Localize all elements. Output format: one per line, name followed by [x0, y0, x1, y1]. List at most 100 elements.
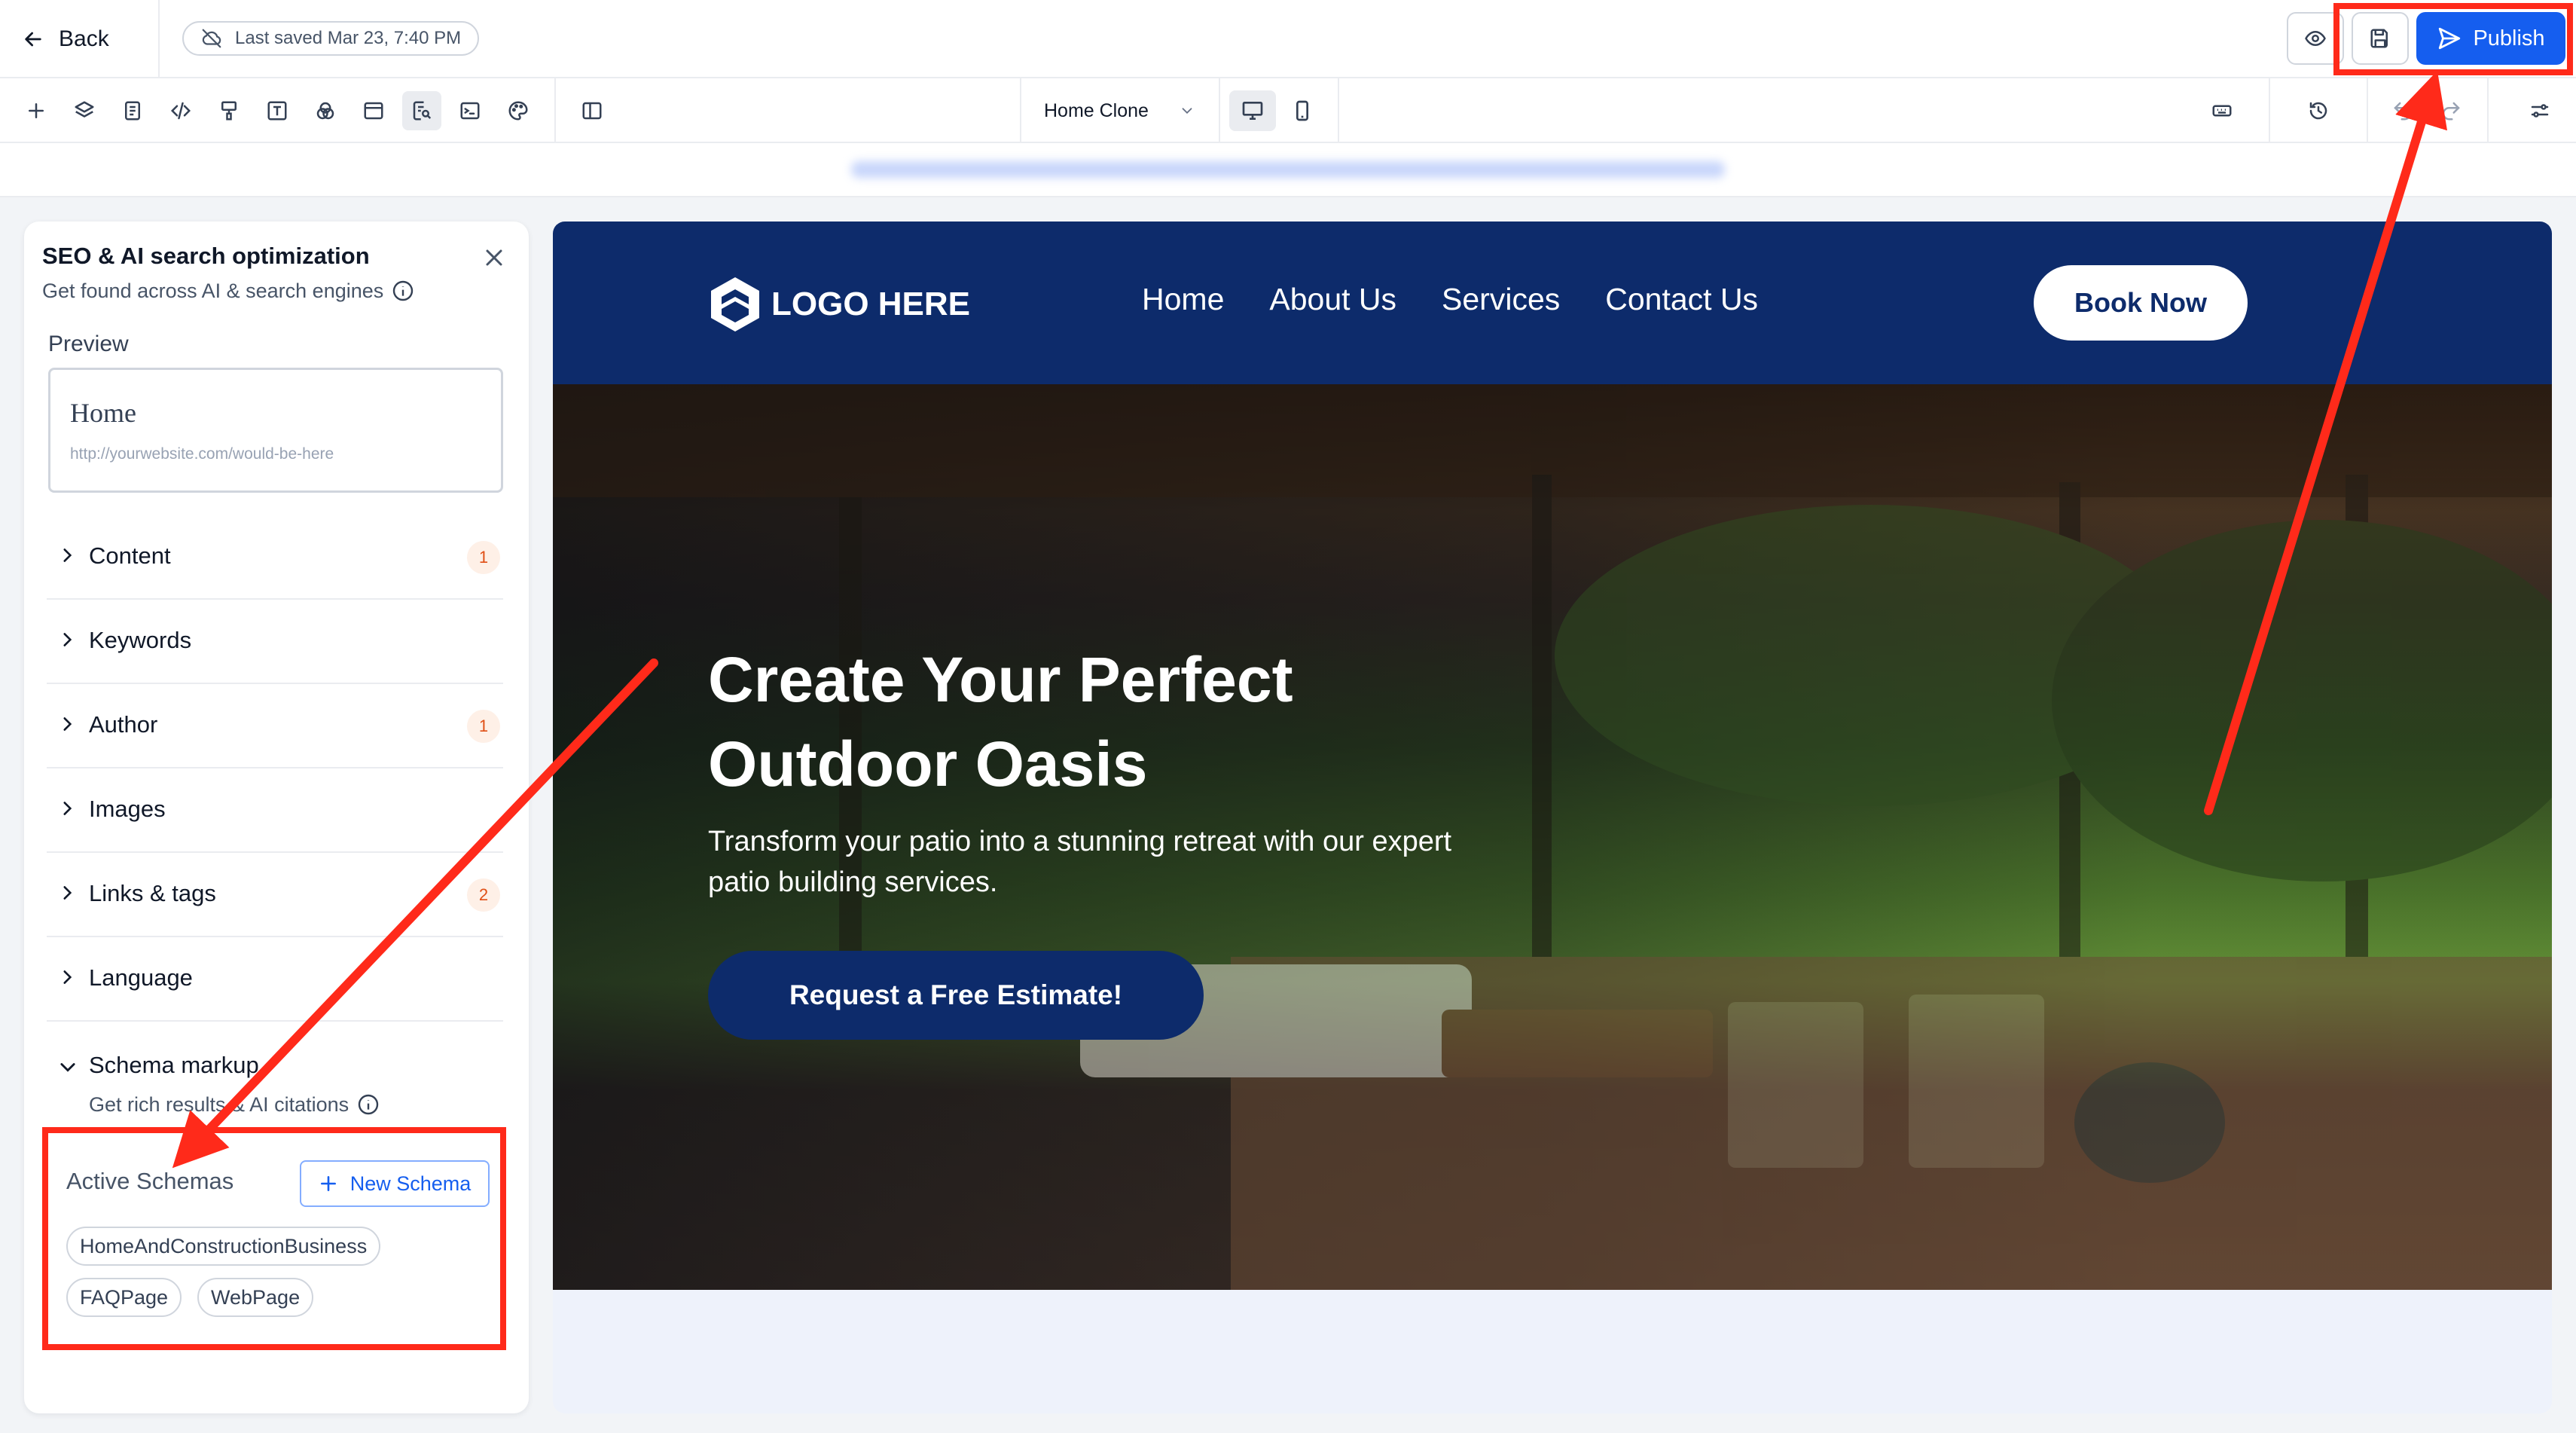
typography-button[interactable] [258, 91, 297, 130]
chevron-right-icon [63, 970, 72, 984]
seo-settings-button[interactable] [402, 91, 441, 130]
layout-icon [364, 102, 383, 120]
info-icon[interactable] [356, 1092, 380, 1117]
pages-button[interactable] [113, 91, 152, 130]
divider [1338, 78, 1339, 143]
palette-icon [508, 101, 528, 121]
chevron-right-icon [63, 886, 72, 900]
scripts-button[interactable] [450, 91, 490, 130]
history-icon [2309, 102, 2327, 120]
brush-icon [221, 101, 237, 121]
schema-chip[interactable]: HomeAndConstructionBusiness [66, 1227, 381, 1266]
schema-subtitle-text: Get rich results & AI citations [89, 1092, 349, 1116]
schema-chip[interactable]: FAQPage [66, 1278, 182, 1317]
undo-button[interactable] [2383, 91, 2422, 130]
panel-title: SEO & AI search optimization [42, 243, 370, 269]
preview-title: Home [70, 398, 136, 428]
hexagon-logo-icon [711, 277, 759, 332]
mobile-icon [1296, 100, 1308, 121]
divider [2487, 78, 2489, 143]
url-bar [0, 143, 2576, 197]
desktop-view-button[interactable] [1229, 90, 1276, 131]
desktop-icon [1242, 102, 1263, 120]
section-label: Content [89, 542, 171, 569]
section-links-tags[interactable]: Links & tags 2 [47, 853, 503, 937]
section-label: Language [89, 964, 193, 991]
editor-toolbar: Home Clone [0, 78, 2576, 143]
nav-link-about[interactable]: About Us [1269, 282, 1396, 317]
nav-link-contact[interactable]: Contact Us [1605, 282, 1758, 317]
site-logo[interactable]: LOGO HERE [705, 274, 970, 335]
section-label: Schema markup [89, 1052, 259, 1078]
section-keywords[interactable]: Keywords [47, 600, 503, 684]
new-schema-button[interactable]: New Schema [300, 1160, 490, 1207]
text-icon [267, 101, 287, 121]
divider [2269, 78, 2270, 143]
close-icon[interactable] [481, 244, 508, 271]
split-view-button[interactable] [572, 91, 612, 130]
arrow-left-icon [25, 32, 41, 47]
chevron-down-icon [1182, 108, 1192, 115]
section-content[interactable]: Content 1 [47, 515, 503, 600]
page-selector[interactable]: Home Clone [1020, 78, 1219, 143]
count-badge: 2 [467, 878, 500, 912]
cloud-off-icon [202, 29, 221, 48]
divider [2367, 78, 2368, 143]
site-header: LOGO HERE Home About Us Services Contact… [553, 222, 2552, 384]
section-label: Keywords [89, 627, 192, 653]
search-preview: Home http://yourwebsite.com/would-be-her… [48, 368, 503, 493]
redo-button[interactable] [2431, 91, 2471, 130]
divider [554, 78, 556, 143]
add-element-button[interactable] [17, 91, 56, 130]
preview-url: http://yourwebsite.com/would-be-here [70, 445, 334, 463]
schema-subtitle: Get rich results & AI citations [89, 1092, 380, 1117]
last-saved-status: Last saved Mar 23, 7:40 PM [182, 21, 480, 56]
plus-icon [320, 1176, 336, 1191]
nav-link-services[interactable]: Services [1442, 282, 1560, 317]
chevron-right-icon [63, 717, 72, 731]
blurred-url [851, 161, 1725, 178]
layout-button[interactable] [354, 91, 393, 130]
new-schema-label: New Schema [349, 1172, 472, 1195]
keyboard-shortcuts-button[interactable] [2202, 91, 2242, 130]
section-author[interactable]: Author 1 [47, 684, 503, 768]
page-icon [125, 101, 140, 121]
nav-link-home[interactable]: Home [1142, 282, 1224, 317]
custom-code-button[interactable] [161, 91, 200, 130]
undo-icon [2394, 102, 2412, 121]
hero-section: Create Your Perfect Outdoor Oasis Transf… [553, 384, 2552, 1290]
section-images[interactable]: Images [47, 768, 503, 853]
styles-button[interactable] [209, 91, 249, 130]
components-button[interactable] [306, 91, 345, 130]
mobile-view-button[interactable] [1279, 90, 1326, 131]
section-language[interactable]: Language [47, 937, 503, 1022]
schema-chip[interactable]: WebPage [197, 1278, 314, 1317]
layers-icon [75, 101, 94, 118]
panel-subtitle: Get found across AI & search engines [42, 279, 415, 303]
chevron-right-icon [63, 802, 72, 815]
back-button[interactable]: Back [21, 20, 109, 59]
keyboard-icon [2212, 105, 2232, 117]
history-button[interactable] [2299, 91, 2338, 130]
active-schemas-box: Active Schemas New Schema HomeAndConstru… [42, 1127, 506, 1350]
section-label: Images [89, 796, 166, 822]
website-canvas: LOGO HERE Home About Us Services Contact… [553, 222, 2552, 1413]
terminal-icon [460, 102, 480, 120]
plus-icon [29, 103, 44, 118]
eye-icon [2305, 30, 2326, 47]
back-label: Back [59, 26, 109, 51]
layers-button[interactable] [65, 91, 104, 130]
info-icon[interactable] [391, 279, 415, 303]
redo-icon [2442, 102, 2460, 121]
page-name: Home Clone [1044, 99, 1149, 121]
settings-button[interactable] [2520, 91, 2559, 130]
hero-title: Create Your Perfect Outdoor Oasis [708, 644, 1293, 799]
sliders-icon [2531, 104, 2549, 118]
chevron-down-icon [60, 1063, 75, 1072]
theme-button[interactable] [499, 91, 538, 130]
count-badge: 1 [467, 710, 500, 743]
request-estimate-button[interactable]: Request a Free Estimate! [708, 951, 1204, 1040]
book-now-button[interactable]: Book Now [2034, 265, 2248, 341]
logo-text: LOGO HERE [771, 286, 971, 322]
seo-search-icon [413, 101, 432, 121]
